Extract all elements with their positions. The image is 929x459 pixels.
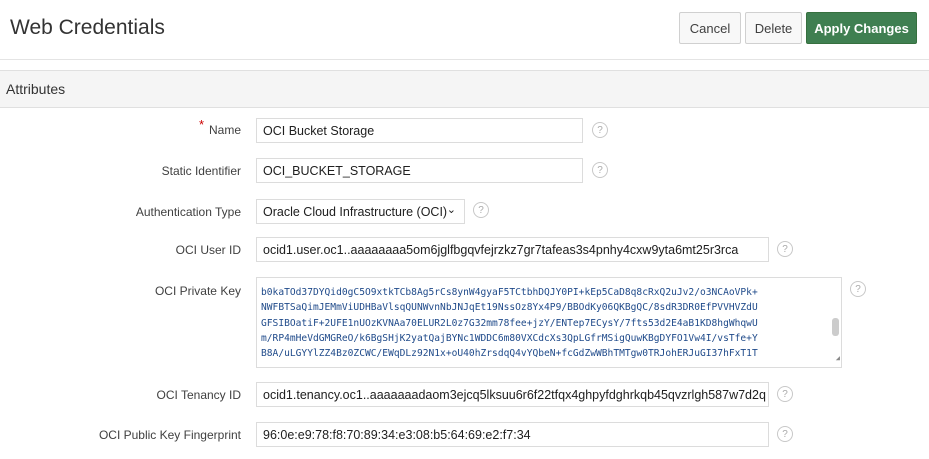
region-title: Attributes	[0, 71, 929, 108]
page-header: Web Credentials Cancel Delete Apply Chan…	[0, 0, 929, 60]
key-line: GFSIBOatiF+2UFE1nUOzKVNAa70ELUR2L0z7G32m…	[261, 317, 758, 329]
oci-user-id-label: OCI User ID	[175, 243, 241, 257]
chevron-down-icon: ⌄	[446, 204, 456, 216]
help-icon[interactable]: ?	[473, 202, 489, 218]
help-icon[interactable]: ?	[592, 162, 608, 178]
key-line	[261, 278, 827, 285]
key-line: m/RP4mHeVdGMGReO/k6BgSHjK2yatQajBYNc1WDD…	[261, 332, 758, 344]
oci-tenancy-id-input[interactable]: ocid1.tenancy.oc1..aaaaaaadaom3ejcq5lksu…	[256, 382, 769, 407]
help-icon[interactable]: ?	[777, 386, 793, 402]
key-line: b0kaTOd37DYQid0gC5O9xtkTCb8Ag5rCs8ynW4gy…	[261, 287, 758, 299]
key-line: B8A/uLGYYlZZ4Bz0ZCWC/EWqDLz92N1x+oU40hZr…	[261, 348, 758, 360]
delete-button[interactable]: Delete	[745, 12, 802, 44]
static-identifier-input[interactable]: OCI_BUCKET_STORAGE	[256, 158, 583, 183]
fingerprint-input[interactable]: 96:0e:e9:78:f8:70:89:34:e3:08:b5:64:69:e…	[256, 422, 769, 447]
select-value: Oracle Cloud Infrastructure (OCI)	[263, 205, 448, 219]
help-icon[interactable]: ?	[592, 122, 608, 138]
oci-private-key-textarea[interactable]: b0kaTOd37DYQid0gC5O9xtkTCb8Ag5rCs8ynW4gy…	[256, 277, 842, 368]
static-identifier-label: Static Identifier	[161, 164, 241, 178]
cancel-button[interactable]: Cancel	[679, 12, 741, 44]
resize-handle-icon[interactable]: ◢	[836, 351, 840, 366]
required-indicator: *	[198, 117, 205, 132]
oci-user-id-input[interactable]: ocid1.user.oc1..aaaaaaaa5om6jglfbgqvfejr…	[256, 237, 769, 262]
help-icon[interactable]: ?	[777, 241, 793, 257]
oci-tenancy-id-label: OCI Tenancy ID	[156, 388, 241, 402]
authentication-type-label: Authentication Type	[135, 205, 241, 219]
page-title: Web Credentials	[10, 16, 165, 39]
name-label: * Name	[198, 117, 241, 137]
help-icon[interactable]: ?	[777, 426, 793, 442]
scrollbar-thumb[interactable]	[832, 318, 839, 336]
authentication-type-select[interactable]: Oracle Cloud Infrastructure (OCI) ⌄	[256, 199, 465, 224]
name-input[interactable]: OCI Bucket Storage	[256, 118, 583, 143]
apply-changes-button[interactable]: Apply Changes	[806, 12, 917, 44]
help-icon[interactable]: ?	[850, 281, 866, 297]
fingerprint-label: OCI Public Key Fingerprint	[98, 428, 241, 442]
key-line: NWFBTSaQimJEMmViUDHBaVlsqQUNWvnNbJNJqEt1…	[261, 302, 758, 314]
oci-private-key-label: OCI Private Key	[154, 284, 241, 298]
